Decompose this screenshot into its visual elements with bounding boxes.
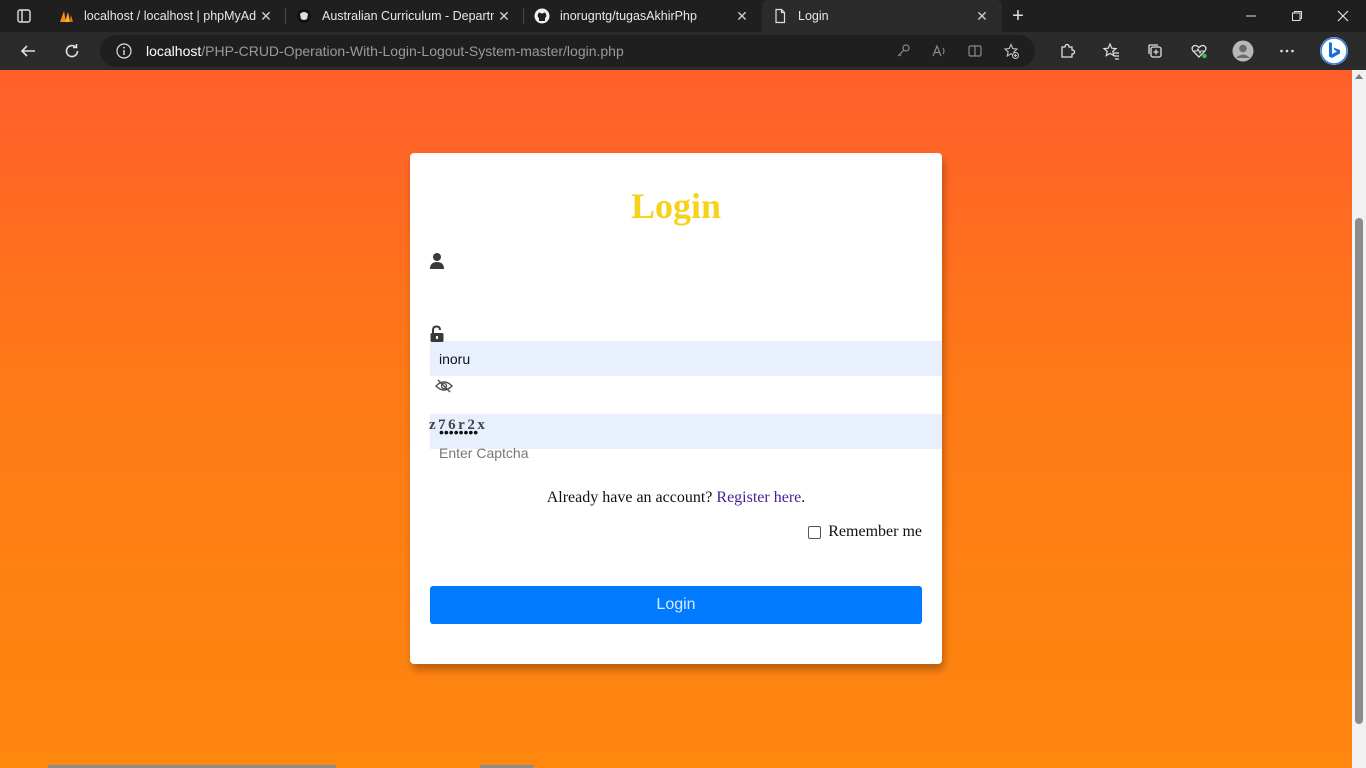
read-aloud-icon[interactable] [921, 35, 957, 67]
scrollbar-thumb[interactable] [1355, 218, 1363, 724]
tab-title: Login [798, 9, 829, 23]
register-suffix: . [801, 489, 806, 506]
restore-icon [1292, 11, 1302, 21]
captcha-code: z76r2x [429, 417, 488, 433]
close-tab-icon[interactable]: ✕ [494, 6, 514, 26]
captcha-input[interactable] [430, 441, 730, 465]
favorites-icon [1102, 42, 1119, 60]
tab-actions-button[interactable] [0, 0, 48, 32]
settings-more-button[interactable] [1265, 32, 1309, 70]
heart-pulse-icon [1191, 44, 1207, 59]
window-controls [1228, 0, 1366, 32]
unlock-icon [430, 325, 444, 342]
register-prefix: Already have an account? [546, 489, 717, 506]
minimize-icon [1246, 15, 1256, 17]
address-bar[interactable]: localhost/PHP-CRUD-Operation-With-Login-… [100, 35, 1035, 67]
add-favorite-icon[interactable] [993, 35, 1029, 67]
extensions-button[interactable] [1045, 32, 1089, 70]
split-screen-icon[interactable] [957, 35, 993, 67]
url-host: localhost [146, 43, 202, 59]
phpmyadmin-icon [58, 8, 74, 24]
minimize-button[interactable] [1228, 0, 1274, 32]
tab-login[interactable]: Login ✕ [762, 0, 1002, 32]
page-viewport: Login inoru •••••••• z76r2x Already have… [0, 70, 1352, 768]
remember-me-checkbox[interactable] [808, 525, 822, 539]
favorites-button[interactable] [1089, 32, 1133, 70]
more-dots-icon [1280, 49, 1294, 53]
tab-title: Australian Curriculum - Department [322, 9, 494, 23]
page-icon [772, 8, 788, 24]
browser-toolbar: localhost/PHP-CRUD-Operation-With-Login-… [0, 32, 1366, 70]
tab-title: inorugntg/tugasAkhirPhp [560, 9, 697, 23]
user-icon [430, 253, 444, 269]
bing-icon [1320, 37, 1348, 65]
close-tab-icon[interactable]: ✕ [256, 6, 276, 26]
register-link[interactable]: Register here [716, 489, 801, 506]
tab-australian-curriculum[interactable]: Australian Curriculum - Department ✕ [286, 0, 524, 32]
refresh-button[interactable] [54, 35, 90, 67]
profile-button[interactable] [1221, 32, 1265, 70]
restore-button[interactable] [1274, 0, 1320, 32]
arrow-left-icon [20, 45, 35, 57]
key-icon[interactable] [885, 35, 921, 67]
tab-actions-icon [17, 9, 31, 23]
login-title: Login [630, 186, 722, 226]
username-value: inoru [439, 350, 471, 367]
toolbar-right-icons [1045, 32, 1359, 70]
address-bar-icons [885, 35, 1029, 67]
username-input[interactable]: inoru [430, 341, 942, 376]
tab-github[interactable]: inorugntg/tugasAkhirPhp ✕ [524, 0, 762, 32]
tab-title: localhost / localhost | phpMyAdmin [84, 9, 256, 23]
puzzle-icon [1061, 43, 1076, 58]
coat-of-arms-icon [296, 8, 312, 24]
close-tab-icon[interactable]: ✕ [732, 6, 752, 26]
avatar-icon [1232, 40, 1254, 62]
plus-icon: + [1012, 4, 1024, 27]
new-tab-button[interactable]: + [1002, 0, 1034, 32]
collections-button[interactable] [1133, 32, 1177, 70]
github-icon [534, 8, 550, 24]
collections-icon [1148, 44, 1162, 58]
bing-copilot-button[interactable] [1309, 32, 1359, 70]
eye-slash-icon[interactable] [435, 379, 453, 393]
login-button[interactable]: Login [430, 586, 922, 624]
back-button[interactable] [10, 35, 46, 67]
tab-strip: localhost / localhost | phpMyAdmin ✕ Aus… [0, 0, 1366, 32]
refresh-icon [65, 44, 79, 58]
info-icon[interactable] [116, 43, 132, 59]
scroll-up-arrow-icon[interactable] [1355, 74, 1363, 79]
url-path: /PHP-CRUD-Operation-With-Login-Logout-Sy… [201, 43, 624, 59]
page-scrollbar[interactable] [1352, 70, 1366, 768]
register-line: Already have an account? Register here. [410, 489, 942, 507]
close-icon [1337, 10, 1349, 22]
browser-essentials-button[interactable] [1177, 32, 1221, 70]
remember-me-label: Remember me [828, 523, 922, 540]
tab-phpmyadmin[interactable]: localhost / localhost | phpMyAdmin ✕ [48, 0, 286, 32]
remember-me[interactable]: Remember me [808, 523, 922, 541]
close-tab-icon[interactable]: ✕ [972, 6, 992, 26]
login-card: Login inoru •••••••• z76r2x Already have… [410, 153, 942, 664]
close-window-button[interactable] [1320, 0, 1366, 32]
